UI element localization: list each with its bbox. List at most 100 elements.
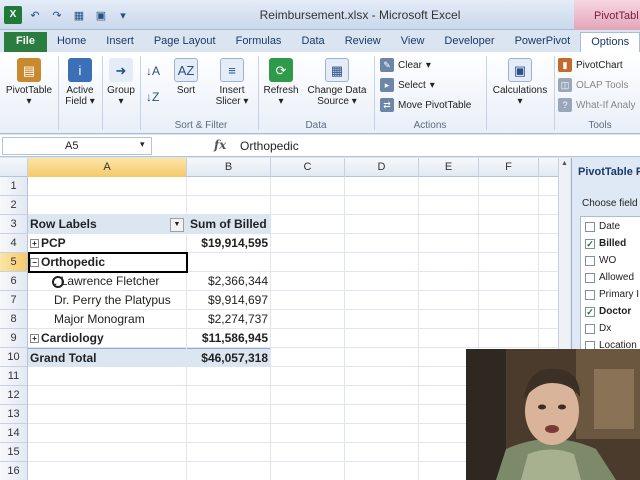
row-header[interactable]: 10 bbox=[0, 348, 28, 367]
tab-home[interactable]: Home bbox=[47, 32, 96, 52]
tab-review[interactable]: Review bbox=[335, 32, 391, 52]
column-header-f[interactable]: F bbox=[479, 158, 539, 177]
pcp-value[interactable]: $19,914,595 bbox=[187, 234, 268, 253]
row-header[interactable]: 6 bbox=[0, 272, 28, 291]
pivot-row-doctor-3[interactable]: Major Monogram bbox=[54, 310, 186, 329]
grand-total-value[interactable]: $46,057,318 bbox=[187, 348, 270, 367]
checkbox-primary[interactable] bbox=[585, 289, 595, 300]
select-button[interactable]: ▸ Select ▾ bbox=[380, 78, 435, 92]
pivot-row-pcp[interactable]: + PCP bbox=[30, 234, 186, 253]
cardiology-value[interactable]: $11,586,945 bbox=[187, 329, 268, 348]
row-header[interactable]: 16 bbox=[0, 462, 28, 480]
pivot-row-labels-header[interactable]: Row Labels bbox=[28, 215, 186, 234]
form-icon[interactable]: ▦ bbox=[70, 6, 88, 24]
qat-dropdown-icon[interactable]: ▾ bbox=[114, 6, 132, 24]
field-date-label: Date bbox=[599, 221, 621, 232]
row-header[interactable]: 8 bbox=[0, 310, 28, 329]
grand-total-label[interactable]: Grand Total bbox=[28, 348, 186, 367]
tab-powerpivot[interactable]: PowerPivot bbox=[505, 32, 581, 52]
scroll-up-icon[interactable]: ▲ bbox=[560, 160, 569, 170]
save-icon[interactable]: ▣ bbox=[92, 6, 110, 24]
tab-developer[interactable]: Developer bbox=[434, 32, 504, 52]
move-pivottable-button[interactable]: ⇄ Move PivotTable bbox=[380, 98, 471, 112]
change-data-source-button[interactable]: ▦ Change Data Source ▾ bbox=[302, 58, 372, 107]
checkbox-doctor[interactable]: ✓ bbox=[585, 306, 595, 317]
checkbox-allowed[interactable] bbox=[585, 272, 595, 283]
row-header[interactable]: 4 bbox=[0, 234, 28, 253]
column-header-b[interactable]: B bbox=[187, 158, 271, 177]
field-billed[interactable]: ✓ Billed bbox=[585, 238, 626, 249]
select-all-corner[interactable] bbox=[0, 158, 28, 177]
row-labels-text: Row Labels bbox=[30, 217, 97, 231]
pivotchart-button[interactable]: ▮ PivotChart bbox=[558, 58, 623, 72]
field-date[interactable]: Date bbox=[585, 221, 620, 232]
column-header-d[interactable]: D bbox=[345, 158, 419, 177]
tab-page-layout[interactable]: Page Layout bbox=[144, 32, 226, 52]
tab-view[interactable]: View bbox=[391, 32, 435, 52]
field-wo-label: WO bbox=[599, 255, 617, 266]
column-header-a[interactable]: A bbox=[28, 158, 187, 177]
checkbox-dx[interactable] bbox=[585, 323, 595, 334]
row-header[interactable]: 2 bbox=[0, 196, 28, 215]
group-button[interactable]: ➜ Group ▾ bbox=[104, 58, 138, 107]
row-header[interactable]: 9 bbox=[0, 329, 28, 348]
olap-tools-button[interactable]: ◫ OLAP Tools bbox=[558, 78, 628, 92]
pivot-row-cardiology[interactable]: + Cardiology bbox=[30, 329, 186, 348]
expand-plus-icon[interactable]: + bbox=[30, 334, 39, 344]
field-primary[interactable]: Primary I bbox=[585, 289, 639, 300]
tab-formulas[interactable]: Formulas bbox=[226, 32, 292, 52]
tab-options[interactable]: Options bbox=[580, 32, 640, 52]
checkbox-wo[interactable] bbox=[585, 255, 595, 266]
row-header[interactable]: 11 bbox=[0, 367, 28, 386]
row-labels-filter-dropdown-icon[interactable]: ▼ bbox=[170, 218, 184, 232]
pivot-row-doctor-1[interactable]: . Lawrence Fletcher bbox=[54, 272, 186, 291]
row-header[interactable]: 5 bbox=[0, 253, 28, 272]
what-if-button[interactable]: ? What-If Analy bbox=[558, 98, 635, 112]
doctor-2-value[interactable]: $9,914,697 bbox=[187, 291, 268, 310]
checkbox-billed[interactable]: ✓ bbox=[585, 238, 595, 249]
active-field-button[interactable]: i Active Field ▾ bbox=[60, 58, 100, 107]
row-header[interactable]: 1 bbox=[0, 177, 28, 196]
field-allowed-label: Allowed bbox=[599, 272, 635, 283]
doctor-3-value[interactable]: $2,274,737 bbox=[187, 310, 268, 329]
insert-slicer-button[interactable]: ≡ Insert Slicer ▾ bbox=[212, 58, 252, 107]
refresh-button[interactable]: ⟳ Refresh ▾ bbox=[260, 58, 302, 107]
field-allowed[interactable]: Allowed bbox=[585, 272, 634, 283]
group-label-data: Data bbox=[305, 120, 327, 131]
sort-button[interactable]: AZ Sort bbox=[170, 58, 202, 96]
checkbox-date[interactable] bbox=[585, 221, 595, 232]
tab-data[interactable]: Data bbox=[291, 32, 334, 52]
group-label-tools: Tools bbox=[588, 120, 612, 131]
name-box-dropdown-icon[interactable]: ▾ bbox=[140, 139, 145, 150]
tab-insert[interactable]: Insert bbox=[96, 32, 144, 52]
calculations-button[interactable]: ▣ Calculations ▾ bbox=[488, 58, 552, 107]
row-header[interactable]: 13 bbox=[0, 405, 28, 424]
undo-icon[interactable]: ↶ bbox=[26, 6, 44, 24]
row-header[interactable]: 3 bbox=[0, 215, 28, 234]
field-wo[interactable]: WO bbox=[585, 255, 616, 266]
row-header[interactable]: 15 bbox=[0, 443, 28, 462]
field-doctor[interactable]: ✓ Doctor bbox=[585, 306, 631, 317]
column-header-c[interactable]: C bbox=[271, 158, 345, 177]
row-header[interactable]: 14 bbox=[0, 424, 28, 443]
field-dx-label: Dx bbox=[599, 323, 612, 334]
row-header[interactable]: 12 bbox=[0, 386, 28, 405]
excel-logo-icon: X bbox=[4, 6, 22, 24]
field-dx[interactable]: Dx bbox=[585, 323, 611, 334]
pivot-value-header[interactable]: Sum of Billed bbox=[187, 215, 270, 234]
redo-icon[interactable]: ↷ bbox=[48, 6, 66, 24]
expand-plus-icon[interactable]: + bbox=[30, 239, 39, 249]
formula-input[interactable]: Orthopedic bbox=[240, 139, 299, 153]
sort-az-button[interactable]: ↓A bbox=[146, 64, 160, 78]
doctor-1-value[interactable]: $2,366,344 bbox=[187, 272, 268, 291]
column-header-e[interactable]: E bbox=[419, 158, 479, 177]
clear-button[interactable]: ✎ Clear ▾ bbox=[380, 58, 431, 72]
pivottable-button[interactable]: ▤ PivotTable ▾ bbox=[4, 58, 54, 107]
name-box[interactable]: A5 bbox=[2, 137, 152, 155]
pivot-row-doctor-2[interactable]: Dr. Perry the Platypus bbox=[54, 291, 186, 310]
tab-file[interactable]: File bbox=[4, 32, 47, 52]
what-if-icon: ? bbox=[558, 98, 572, 112]
sort-za-button[interactable]: ↓Z bbox=[146, 90, 159, 104]
insert-function-icon[interactable]: fx bbox=[214, 138, 226, 152]
row-header[interactable]: 7 bbox=[0, 291, 28, 310]
